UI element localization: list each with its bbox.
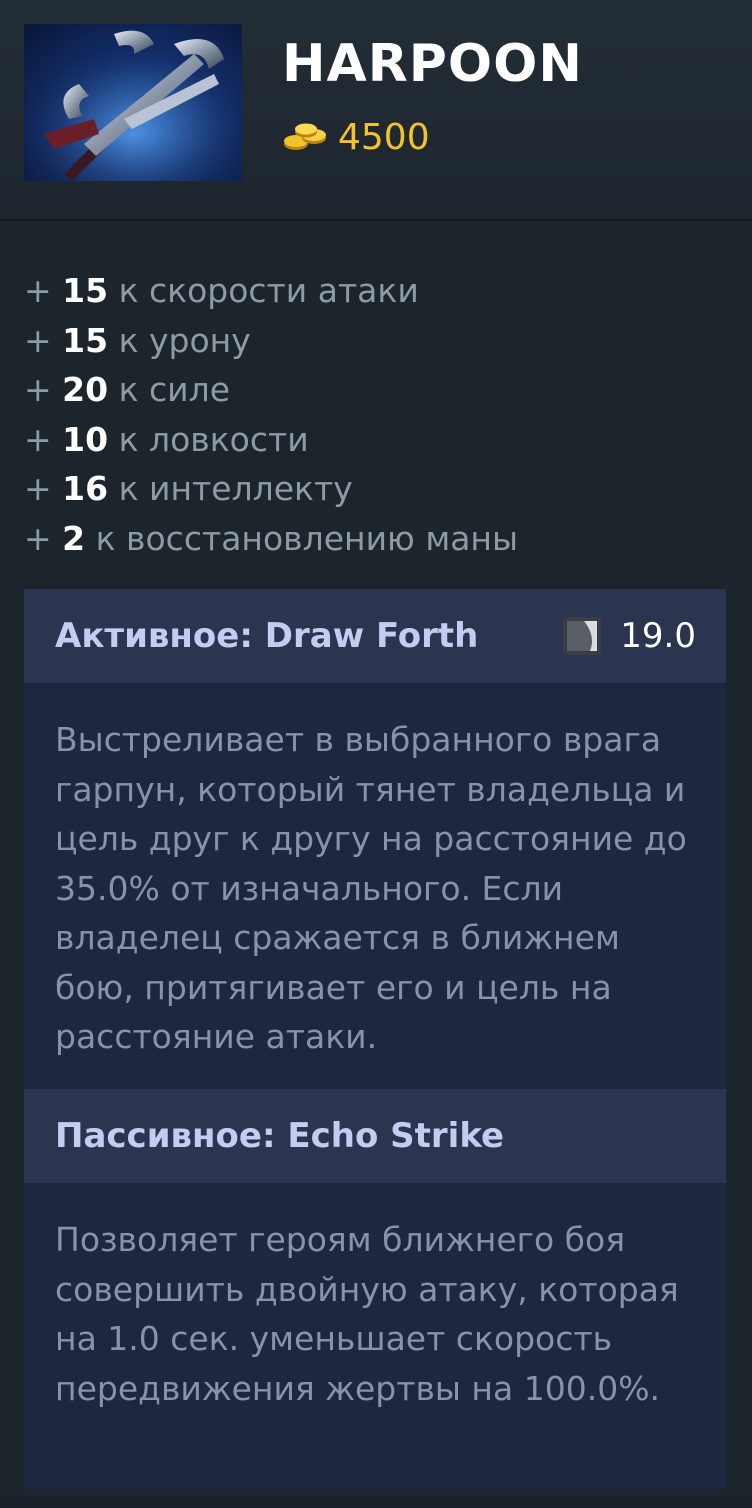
stat-intelligence: + 16 к интеллекту: [24, 464, 724, 514]
stat-label: к силе: [118, 370, 231, 409]
passive-ability-title: Пассивное: Echo Strike: [55, 1116, 505, 1156]
cost-value: 4500: [338, 117, 430, 158]
tooltip-header: HARPOON 4500: [0, 0, 752, 221]
active-ability-description: Выстреливает в выбранного врага гарпун, …: [55, 720, 687, 1056]
cooldown-value: 19.0: [620, 616, 696, 656]
stat-value: 10: [62, 419, 109, 459]
passive-ability-panel: Пассивное: Echo Strike Позволяет героям …: [24, 1089, 726, 1489]
active-ability-title: Активное: Draw Forth: [55, 616, 479, 656]
item-cost: 4500: [282, 116, 430, 160]
stat-plus: +: [24, 518, 52, 558]
stat-attack-speed: + 15 к скорости атаки: [24, 266, 724, 316]
item-tooltip: HARPOON 4500 + 15 к скорости атаки + 15 …: [0, 0, 752, 1508]
stat-label: к восстановлению маны: [95, 518, 519, 558]
stat-strength: + 20 к силе: [24, 365, 724, 415]
passive-ability-description: Позволяет героям ближнего боя совершить …: [55, 1220, 679, 1408]
stat-damage: + 15 к урону: [24, 316, 724, 366]
stat-plus: +: [24, 320, 52, 360]
stat-value: 15: [62, 271, 109, 310]
stat-value: 2: [62, 518, 86, 558]
stat-label: к интеллекту: [118, 469, 353, 508]
item-name: HARPOON: [282, 34, 583, 94]
stat-list: + 15 к скорости атаки + 15 к урону + 20 …: [24, 266, 724, 563]
cooldown-icon: [563, 617, 602, 655]
cooldown: 19.0: [562, 589, 696, 683]
stat-plus: +: [24, 419, 52, 459]
stat-label: к урону: [118, 320, 251, 360]
stat-plus: +: [24, 469, 52, 508]
stat-label: к ловкости: [118, 419, 309, 459]
stat-mana-regen: + 2 к восстановлению маны: [24, 514, 724, 564]
passive-ability-header: Пассивное: Echo Strike: [24, 1089, 726, 1183]
tooltip-bottom-edge: [0, 1496, 752, 1508]
harpoon-item-icon: [24, 24, 242, 181]
stat-label: к скорости атаки: [118, 271, 419, 310]
stat-value: 15: [62, 320, 109, 360]
stat-plus: +: [24, 271, 52, 310]
gold-coins-icon: [284, 123, 326, 150]
stat-value: 20: [62, 370, 109, 409]
active-ability-panel: Активное: Draw Forth 19.0 Выстреливает в…: [24, 589, 726, 1089]
active-ability-header: Активное: Draw Forth 19.0: [24, 589, 726, 683]
stat-agility: + 10 к ловкости: [24, 415, 724, 465]
stat-plus: +: [24, 370, 52, 409]
stat-value: 16: [62, 469, 109, 508]
